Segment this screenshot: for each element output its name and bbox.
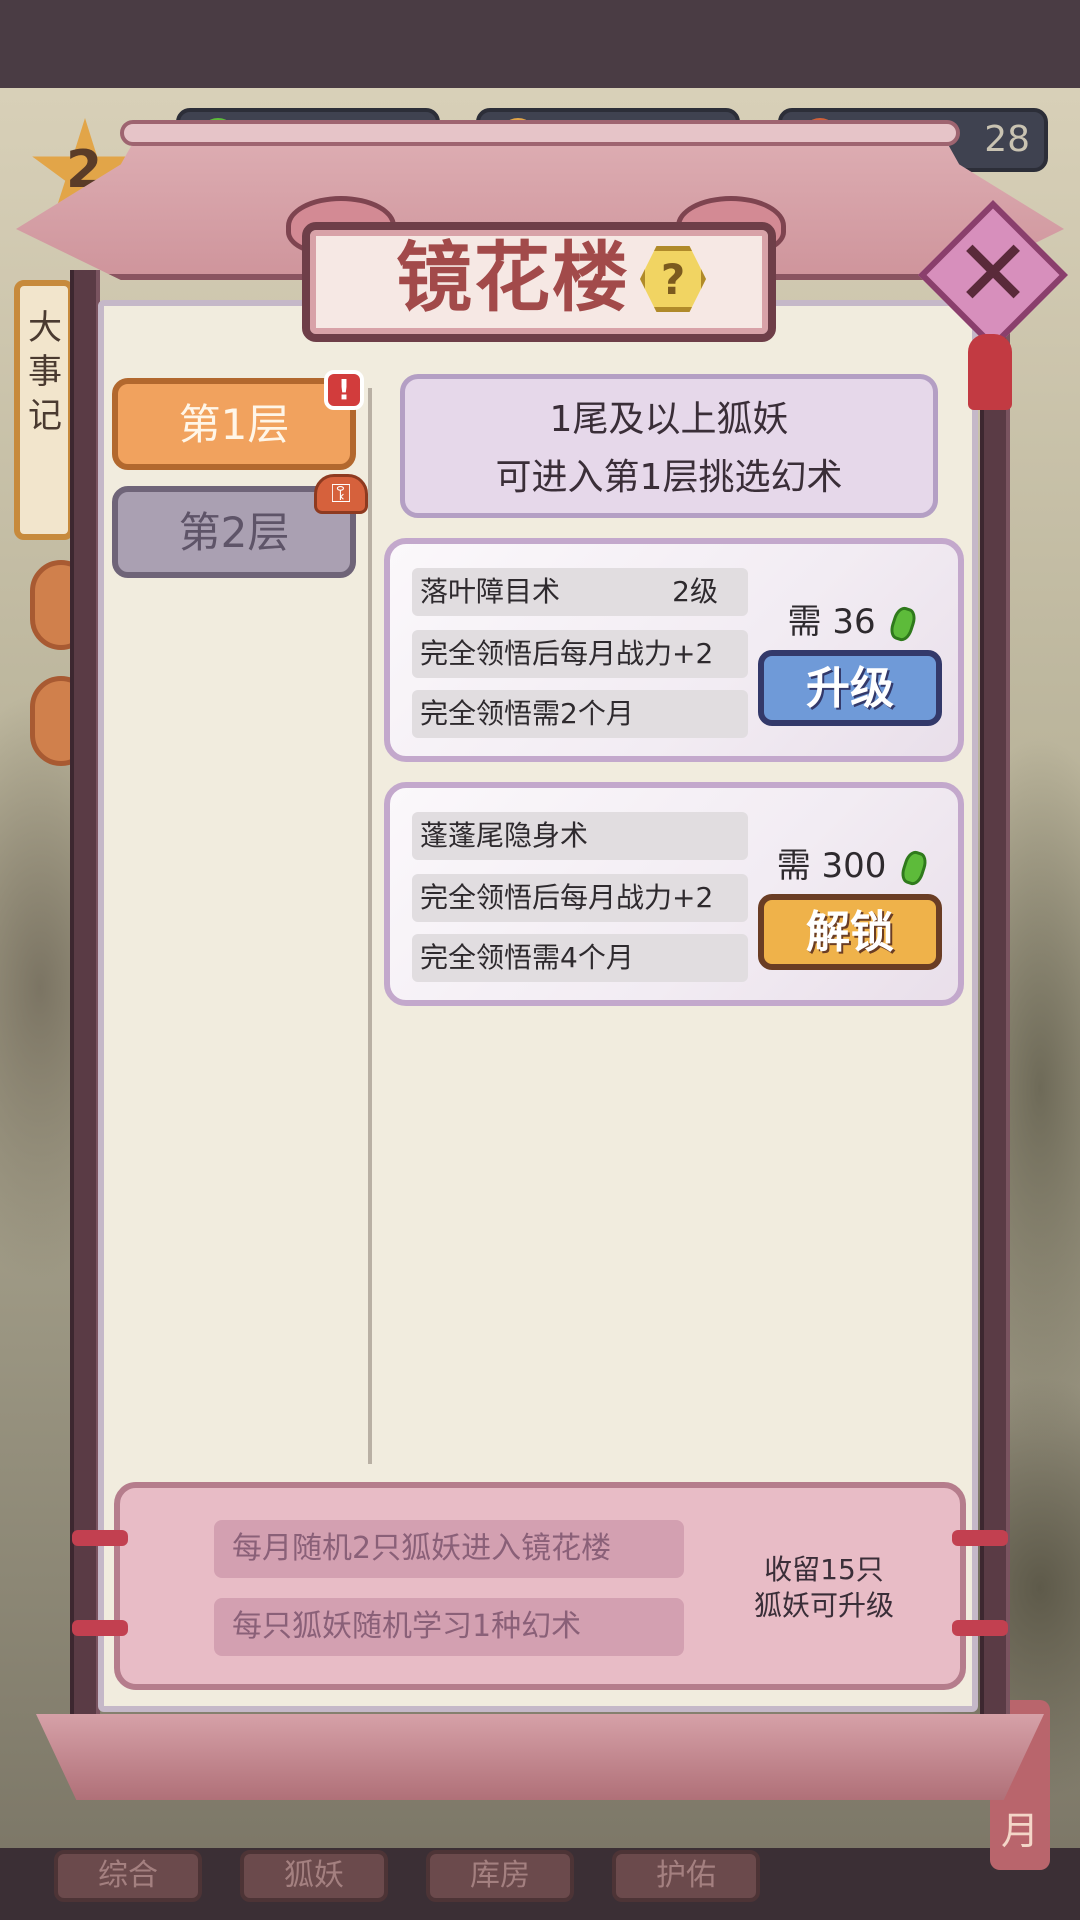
nav-tab-overview[interactable]: 综合 — [54, 1850, 202, 1902]
scroll-rod — [72, 1620, 128, 1636]
skill-name: 蓬蓬尾隐身术 — [420, 819, 589, 852]
cost-label: 需 — [787, 602, 822, 642]
cost-value: 36 — [832, 602, 876, 642]
skill-level: 2级 — [672, 575, 718, 608]
upgrade-condition-line-1: 收留15只 — [764, 1553, 884, 1586]
right-pillar — [980, 270, 1010, 1740]
skill-card: 蓬蓬尾隐身术 完全领悟后每月战力+2 完全领悟需4个月 需 300 解锁 — [384, 782, 964, 1006]
close-icon[interactable]: ✕ — [952, 226, 1034, 322]
column-divider — [368, 388, 372, 1464]
upgrade-button[interactable]: 升级 — [758, 650, 942, 726]
nav-tab-storehouse[interactable]: 库房 — [426, 1850, 574, 1902]
nav-tab-blessing[interactable]: 护佑 — [612, 1850, 760, 1902]
scroll-rod — [72, 1530, 128, 1546]
skill-name: 落叶障目术 — [420, 575, 561, 608]
unlock-button[interactable]: 解锁 — [758, 894, 942, 970]
side-plaque[interactable]: 大事记 — [14, 280, 74, 540]
info-scroll: 每月随机2只狐妖进入镜花楼 每只狐妖随机学习1种幻术 收留15只 狐妖可升级 — [114, 1482, 966, 1690]
upgrade-condition: 收留15只 狐妖可升级 — [724, 1552, 924, 1624]
left-pillar — [70, 270, 100, 1740]
lock-icon: ⚿ — [314, 474, 368, 514]
requirement-line-2: 可进入第1层挑选幻术 — [495, 457, 843, 498]
tassel-decoration — [968, 334, 1012, 410]
scroll-rule-2: 每只狐妖随机学习1种幻术 — [214, 1598, 684, 1656]
cost-label: 需 — [776, 846, 811, 886]
top-bar — [0, 0, 1080, 88]
scroll-rule-1: 每月随机2只狐妖进入镜花楼 — [214, 1520, 684, 1578]
upgrade-condition-line-2: 狐妖可升级 — [753, 1589, 894, 1622]
floor-requirement: 1尾及以上狐妖 可进入第1层挑选幻术 — [400, 374, 938, 518]
skill-name-row: 落叶障目术 2级 — [412, 568, 748, 616]
scroll-rod — [952, 1620, 1008, 1636]
skill-effect: 完全领悟后每月战力+2 — [412, 630, 748, 678]
scroll-rod — [952, 1530, 1008, 1546]
skill-card: 落叶障目术 2级 完全领悟后每月战力+2 完全领悟需2个月 需 36 升级 — [384, 538, 964, 762]
skill-cost: 需 36 — [776, 596, 926, 648]
skill-duration: 完全领悟需2个月 — [412, 690, 748, 738]
alert-badge-icon: ! — [324, 370, 364, 410]
skill-name-row: 蓬蓬尾隐身术 — [412, 812, 748, 860]
cost-value: 300 — [821, 846, 887, 886]
skill-duration: 完全领悟需4个月 — [412, 934, 748, 982]
gem-icon — [887, 603, 920, 644]
base-eave — [36, 1714, 1044, 1800]
modal-title: 镜花楼 — [396, 233, 630, 322]
tab-floor-1[interactable]: 第1层 — [112, 378, 356, 470]
resource-food-value: 28 — [984, 119, 1030, 160]
nav-tab-foxes[interactable]: 狐妖 — [240, 1850, 388, 1902]
skill-effect: 完全领悟后每月战力+2 — [412, 874, 748, 922]
skill-cost: 需 300 — [776, 840, 930, 892]
requirement-line-1: 1尾及以上狐妖 — [549, 399, 789, 440]
gem-icon — [898, 847, 930, 888]
roof-ridge — [120, 120, 960, 146]
